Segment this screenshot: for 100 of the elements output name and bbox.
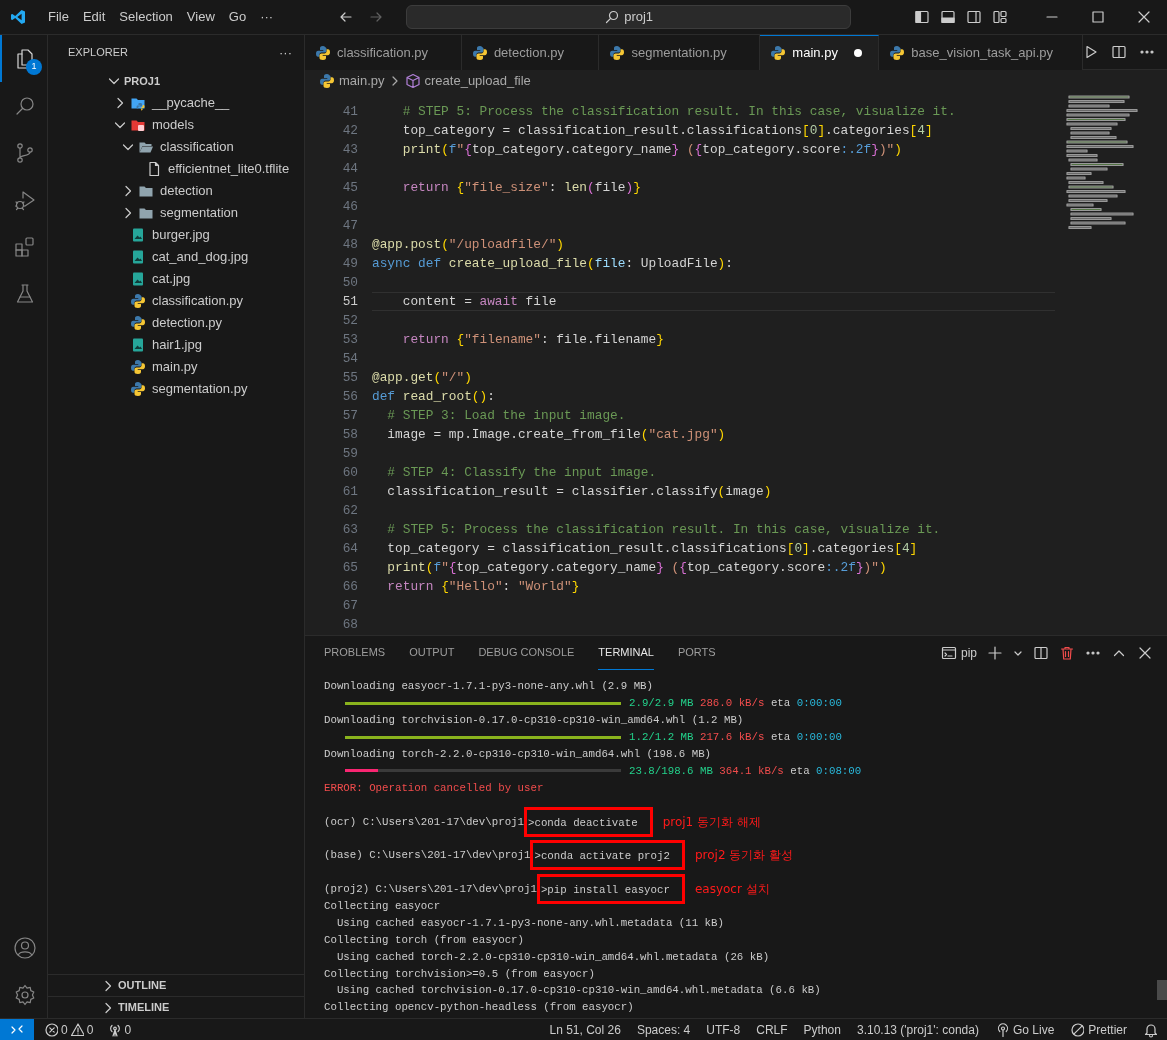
- status-item[interactable]: Go Live: [1012, 1020, 1055, 1039]
- line-number: 42: [341, 121, 358, 140]
- annotation-note: easyocr 설치: [694, 881, 770, 899]
- status-item[interactable]: Spaces: 4: [636, 1020, 691, 1039]
- file-tree-item[interactable]: burger.jpg: [152, 225, 210, 245]
- line-number: 43: [341, 140, 358, 159]
- project-folder[interactable]: PROJ1: [124, 72, 161, 90]
- bell-icon[interactable]: [1143, 1021, 1157, 1038]
- menu-item[interactable]: Selection: [114, 5, 178, 29]
- file-tree-item[interactable]: segmentation.py: [152, 379, 248, 399]
- maximize-icon[interactable]: [1090, 9, 1106, 25]
- line-number: 55: [341, 368, 358, 387]
- file-tree-item[interactable]: models: [152, 115, 194, 135]
- python-icon: [130, 293, 146, 309]
- run-icon[interactable]: [1083, 44, 1099, 60]
- line-number: 45: [341, 178, 358, 197]
- customize-layout-icon[interactable]: [992, 9, 1008, 25]
- python-icon: [130, 381, 146, 397]
- status-count[interactable]: 0: [61, 1020, 68, 1039]
- command-center-search[interactable]: proj1: [406, 5, 852, 29]
- download-size: 2.9/2.9 MB: [629, 696, 694, 712]
- terminal-name[interactable]: pip: [961, 644, 977, 662]
- file-tree-item[interactable]: classification: [160, 137, 234, 157]
- menu-item[interactable]: Go: [223, 5, 252, 29]
- scrollbar-thumb[interactable]: [1157, 980, 1167, 1000]
- new-terminal-icon[interactable]: [987, 645, 1003, 661]
- method-icon: [404, 73, 421, 89]
- file-tree-item[interactable]: classification.py: [152, 291, 244, 311]
- editor-tab[interactable]: segmentation.py: [599, 35, 761, 70]
- status-item[interactable]: Prettier: [1088, 1020, 1127, 1039]
- menu-item[interactable]: File: [43, 5, 74, 29]
- line-number: 56: [341, 387, 358, 406]
- breadcrumb-item[interactable]: main.py: [339, 71, 385, 91]
- python-icon: [609, 44, 626, 61]
- python-icon: [471, 44, 488, 61]
- panel-tab[interactable]: PROBLEMS: [324, 636, 386, 670]
- section-header[interactable]: OUTLINE: [118, 977, 167, 994]
- file-tree-item[interactable]: detection: [160, 181, 213, 201]
- terminal-prompt: (proj2) C:\Users\201-17\dev\proj1: [324, 882, 537, 898]
- prohibited-icon[interactable]: [1070, 1021, 1085, 1038]
- line-number: 41: [341, 102, 358, 121]
- line-number: 66: [341, 577, 358, 596]
- image-file-icon: [130, 271, 146, 287]
- code-line: return {"filename": file.filename}: [401, 330, 665, 349]
- eta-time: 0:00:00: [796, 696, 842, 712]
- file-tree-item[interactable]: detection.py: [152, 313, 223, 333]
- file-tree-item[interactable]: cat.jpg: [152, 269, 191, 289]
- file-tree-item[interactable]: hair1.jpg: [152, 335, 202, 355]
- layout-panel-icon[interactable]: [940, 9, 956, 25]
- terminal-line: Using cached torch-2.2.0-cp310-cp310-win_amd64.whl.metadata (26 kB): [335, 949, 770, 965]
- error-icon[interactable]: [44, 1021, 58, 1038]
- section-header[interactable]: TIMELINE: [118, 999, 170, 1016]
- status-count[interactable]: 0: [124, 1020, 132, 1039]
- account-icon[interactable]: [13, 935, 37, 960]
- file-tree-item[interactable]: __pycache__: [152, 93, 230, 113]
- remote-button[interactable]: [0, 1018, 34, 1040]
- panel-tab[interactable]: DEBUG CONSOLE: [478, 636, 575, 670]
- file-tree-item[interactable]: segmentation: [160, 203, 239, 223]
- menu-item[interactable]: View: [181, 5, 220, 29]
- line-number: 57: [341, 406, 358, 425]
- breadcrumb-item[interactable]: create_upload_file: [424, 71, 531, 91]
- line-number: 48: [341, 235, 358, 254]
- settings-icon[interactable]: [13, 982, 37, 1007]
- status-item[interactable]: 3.10.13 ('proj1': conda): [856, 1020, 979, 1039]
- status-item[interactable]: CRLF: [756, 1020, 788, 1039]
- layout-sidebar-icon[interactable]: [914, 9, 930, 25]
- warning-icon[interactable]: [69, 1021, 84, 1038]
- close-icon[interactable]: [1136, 9, 1152, 25]
- editor-tab[interactable]: base_vision_task_api.py: [879, 35, 1083, 70]
- download-speed: 364.1 kB/s: [719, 763, 784, 779]
- file-tree-item[interactable]: efficientnet_lite0.tflite: [168, 159, 290, 179]
- status-item[interactable]: UTF-8: [706, 1020, 741, 1039]
- image-file-icon: [130, 249, 146, 265]
- layout-secondary-sidebar-icon[interactable]: [966, 9, 982, 25]
- code-line: print(f"{top_category.category_name} ({top_category.score:.2f})"): [401, 140, 903, 159]
- editor-tab[interactable]: classification.py: [305, 35, 462, 70]
- code-line: content = await file: [372, 292, 1055, 311]
- download-size: 1.2/1.2 MB: [629, 730, 694, 746]
- status-item[interactable]: Ln 51, Col 26: [549, 1020, 621, 1039]
- menu-item[interactable]: ···: [255, 5, 279, 29]
- trash-icon[interactable]: [1059, 645, 1075, 661]
- more-actions-button[interactable]: ···: [279, 42, 292, 63]
- status-count[interactable]: 0: [86, 1020, 94, 1039]
- panel-tab[interactable]: TERMINAL: [598, 636, 654, 670]
- editor-tab[interactable]: detection.py: [461, 35, 600, 70]
- file-tree-item[interactable]: cat_and_dog.jpg: [152, 247, 249, 267]
- menu-item[interactable]: Edit: [77, 5, 111, 29]
- extensions-icon[interactable]: [13, 234, 37, 259]
- panel-tab[interactable]: PORTS: [677, 636, 716, 670]
- editor-tab[interactable]: main.py: [760, 35, 880, 70]
- terminal-line: Collecting easyocr: [324, 898, 441, 914]
- file-tree-item[interactable]: main.py: [152, 357, 198, 377]
- terminal-line: Collecting torch (from easyocr): [324, 932, 524, 948]
- split-terminal-icon[interactable]: [1033, 645, 1049, 661]
- split-editor-icon[interactable]: [1111, 44, 1127, 60]
- status-item[interactable]: Python: [803, 1020, 841, 1039]
- line-number: 53: [341, 330, 358, 349]
- panel-tab[interactable]: OUTPUT: [409, 636, 455, 670]
- close-icon[interactable]: [1137, 645, 1153, 661]
- line-number: 61: [341, 482, 358, 501]
